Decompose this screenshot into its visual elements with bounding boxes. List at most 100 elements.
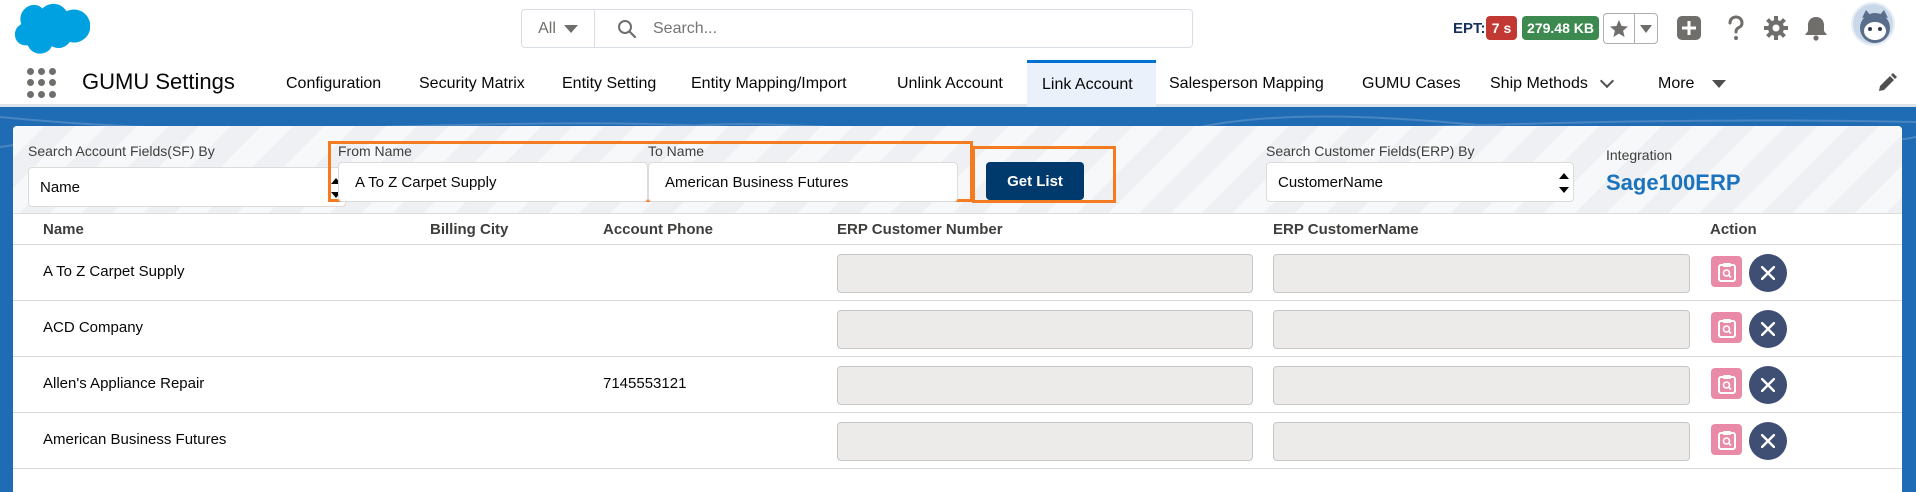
search-erp-label: Search Customer Fields(ERP) By	[1266, 143, 1475, 159]
tab-entity-mapping-import[interactable]: Entity Mapping/Import	[691, 60, 847, 107]
favorites-star-button[interactable]	[1604, 14, 1635, 43]
erp-customer-name-field[interactable]	[1273, 422, 1690, 461]
to-name-input[interactable]: American Business Futures	[648, 162, 958, 202]
remove-button[interactable]	[1749, 254, 1787, 292]
tab-label: Salesperson Mapping	[1169, 74, 1324, 92]
search-icon	[618, 19, 637, 38]
lookup-button[interactable]	[1711, 312, 1742, 343]
app-launcher-icon[interactable]	[27, 68, 57, 98]
link-account-card: Search Account Fields(SF) By Name From N…	[13, 126, 1902, 492]
get-list-button[interactable]: Get List	[986, 162, 1084, 200]
tab-link-account[interactable]: Link Account	[1027, 60, 1156, 107]
close-icon	[1761, 266, 1775, 280]
tab-more[interactable]: More	[1658, 60, 1727, 107]
tab-label: Configuration	[286, 74, 382, 92]
tab-salesperson-mapping[interactable]: Salesperson Mapping	[1169, 60, 1324, 107]
tab-unlink-account[interactable]: Unlink Account	[897, 60, 1003, 107]
cell-name: A To Z Carpet Supply	[43, 263, 185, 280]
table-row: Allen's Appliance Repair 7145553121	[13, 357, 1902, 413]
tab-configuration[interactable]: Configuration	[286, 60, 381, 107]
erp-customer-name-field[interactable]	[1273, 366, 1690, 405]
column-header-account-phone: Account Phone	[603, 221, 714, 238]
avatar-icon	[1860, 10, 1890, 43]
clipboard-search-icon	[1717, 262, 1736, 282]
favorites-control	[1603, 13, 1658, 44]
gear-icon	[1764, 16, 1788, 40]
global-actions-button[interactable]	[1675, 14, 1703, 42]
edit-nav-pencil-icon[interactable]	[1877, 73, 1897, 93]
cell-name: American Business Futures	[43, 431, 227, 448]
erp-customer-number-field[interactable]	[837, 310, 1253, 349]
from-name-label: From Name	[338, 143, 412, 159]
lookup-button[interactable]	[1711, 256, 1742, 287]
column-header-action: Action	[1710, 221, 1757, 238]
search-sf-label: Search Account Fields(SF) By	[28, 143, 215, 159]
tab-label: Link Account	[1042, 76, 1133, 93]
plus-icon	[1677, 16, 1701, 40]
erp-customer-number-field[interactable]	[837, 254, 1253, 293]
help-button[interactable]	[1722, 14, 1750, 42]
tab-label: GUMU Cases	[1362, 74, 1461, 92]
clipboard-search-icon	[1717, 430, 1736, 450]
erp-customer-number-field[interactable]	[837, 366, 1253, 405]
erp-customer-name-field[interactable]	[1273, 310, 1690, 349]
clipboard-search-icon	[1717, 318, 1736, 338]
setup-button[interactable]	[1762, 14, 1790, 42]
tab-gumu-cases[interactable]: GUMU Cases	[1362, 60, 1461, 107]
ept-size-badge: 279.48 KB	[1522, 16, 1599, 40]
search-sf-value: Name	[40, 178, 81, 196]
lookup-button[interactable]	[1711, 368, 1742, 399]
cell-account-phone: 7145553121	[603, 375, 687, 392]
clipboard-search-icon	[1717, 374, 1736, 394]
integration-value: Sage100ERP	[1606, 170, 1741, 195]
tab-label: Entity Setting	[562, 74, 657, 92]
search-input[interactable]	[651, 18, 1171, 39]
close-icon	[1761, 378, 1775, 392]
filter-panel: Search Account Fields(SF) By Name From N…	[13, 126, 1902, 214]
column-header-billing-city: Billing City	[430, 221, 509, 238]
help-icon	[1728, 15, 1744, 40]
tab-entity-setting[interactable]: Entity Setting	[562, 60, 656, 107]
to-name-label: To Name	[648, 143, 705, 159]
close-icon	[1761, 434, 1775, 448]
search-erp-value: CustomerName	[1278, 173, 1384, 191]
tab-label: Entity Mapping/Import	[691, 74, 847, 92]
erp-customer-number-field[interactable]	[837, 422, 1253, 461]
chevron-down-icon[interactable]	[1599, 73, 1614, 88]
tab-label: More	[1658, 74, 1695, 92]
erp-customer-name-field[interactable]	[1273, 254, 1690, 293]
cell-name: Allen's Appliance Repair	[43, 375, 205, 392]
integration-label: Integration	[1606, 147, 1673, 163]
table-header: Name Billing City Account Phone ERP Cust…	[13, 214, 1902, 245]
from-name-input[interactable]: A To Z Carpet Supply	[338, 162, 648, 202]
caret-down-icon	[563, 24, 578, 33]
ept-label: EPT:	[1453, 20, 1486, 37]
user-avatar[interactable]	[1851, 2, 1895, 46]
caret-down-icon	[1712, 79, 1727, 88]
search-erp-select[interactable]: CustomerName	[1266, 162, 1574, 202]
app-navigation-bar: GUMU Settings Configuration Security Mat…	[0, 60, 1916, 107]
remove-button[interactable]	[1749, 422, 1787, 460]
close-icon	[1761, 322, 1775, 336]
favorites-dropdown-button[interactable]	[1635, 14, 1657, 43]
search-scope-dropdown[interactable]: All	[522, 10, 595, 47]
tab-ship-methods[interactable]: Ship Methods	[1490, 60, 1614, 107]
global-search: All	[521, 9, 1193, 48]
search-sf-select[interactable]: Name	[28, 167, 346, 207]
global-header: All EPT: 7 s 279.48 KB	[0, 0, 1916, 60]
notifications-button[interactable]	[1802, 14, 1830, 42]
remove-button[interactable]	[1749, 366, 1787, 404]
ept-time-badge: 7 s	[1486, 16, 1517, 40]
cell-name: ACD Company	[43, 319, 144, 336]
bell-icon	[1805, 17, 1827, 41]
app-name: GUMU Settings	[82, 69, 235, 94]
column-header-erp-customer-name: ERP CustomerName	[1273, 221, 1419, 238]
column-header-erp-customer-number: ERP Customer Number	[837, 221, 1003, 238]
star-icon	[1610, 19, 1628, 37]
tab-label: Unlink Account	[897, 74, 1003, 92]
remove-button[interactable]	[1749, 310, 1787, 348]
tab-security-matrix[interactable]: Security Matrix	[419, 60, 525, 107]
lookup-button[interactable]	[1711, 424, 1742, 455]
salesforce-logo[interactable]	[14, 3, 90, 55]
tab-label: Security Matrix	[419, 74, 525, 92]
